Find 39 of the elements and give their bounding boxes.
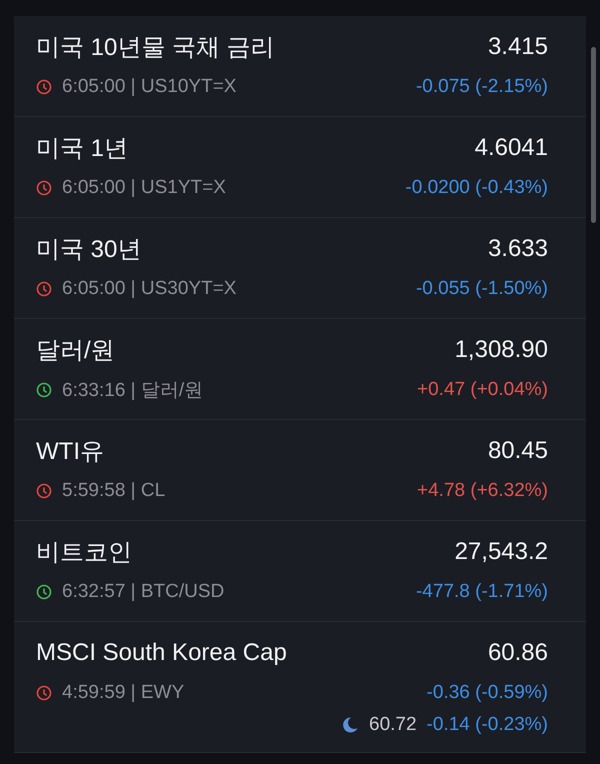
price-change: -0.075 (-2.15%) — [416, 76, 548, 98]
quote-name: 미국 30년 — [36, 235, 142, 265]
price-change: -0.36 (-0.59%) — [426, 682, 548, 704]
quote-time-symbol: 6:05:00 | US30YT=X — [62, 278, 236, 300]
quote-name: WTI유 — [36, 437, 104, 467]
quote-time-symbol: 6:32:57 | BTC/USD — [62, 581, 224, 603]
price-change: -0.055 (-1.50%) — [416, 278, 548, 300]
quote-price: 60.86 — [488, 639, 548, 667]
price-change: +4.78 (+6.32%) — [417, 480, 548, 502]
quote-time-symbol: 6:33:16 | 달러/원 — [62, 379, 204, 403]
moon-icon — [341, 716, 359, 734]
quote-time-symbol: 4:59:59 | EWY — [62, 682, 184, 704]
clock-icon — [36, 382, 52, 398]
clock-icon — [36, 483, 52, 499]
price-change: +0.47 (+0.04%) — [417, 379, 548, 401]
clock-icon — [36, 584, 52, 600]
after-hours-price: 60.72 — [369, 714, 417, 736]
price-change: -477.8 (-1.71%) — [416, 581, 548, 603]
clock-icon — [36, 180, 52, 196]
after-hours-change: -0.14 (-0.23%) — [426, 714, 548, 736]
quote-time-symbol: 5:59:58 | CL — [62, 480, 166, 502]
quote-price: 3.633 — [488, 235, 548, 263]
quote-price: 1,308.90 — [454, 336, 548, 364]
price-change: -0.0200 (-0.43%) — [405, 177, 548, 199]
quote-name: 비트코인 — [36, 538, 132, 568]
quote-name: 미국 10년물 국채 금리 — [36, 33, 275, 63]
quote-name: 미국 1년 — [36, 134, 128, 164]
clock-icon — [36, 685, 52, 701]
scrollbar[interactable] — [591, 47, 596, 223]
clock-icon — [36, 281, 52, 297]
quote-time-symbol: 6:05:00 | US1YT=X — [62, 177, 226, 199]
quote-price: 27,543.2 — [454, 538, 548, 566]
quote-price: 80.45 — [488, 437, 548, 465]
quote-price: 3.415 — [488, 33, 548, 61]
quote-name: 달러/원 — [36, 336, 115, 366]
quote-time-symbol: 6:05:00 | US10YT=X — [62, 76, 236, 98]
quote-price: 4.6041 — [474, 134, 548, 162]
quote-name: MSCI South Korea Cap — [36, 639, 287, 667]
clock-icon — [36, 79, 52, 95]
